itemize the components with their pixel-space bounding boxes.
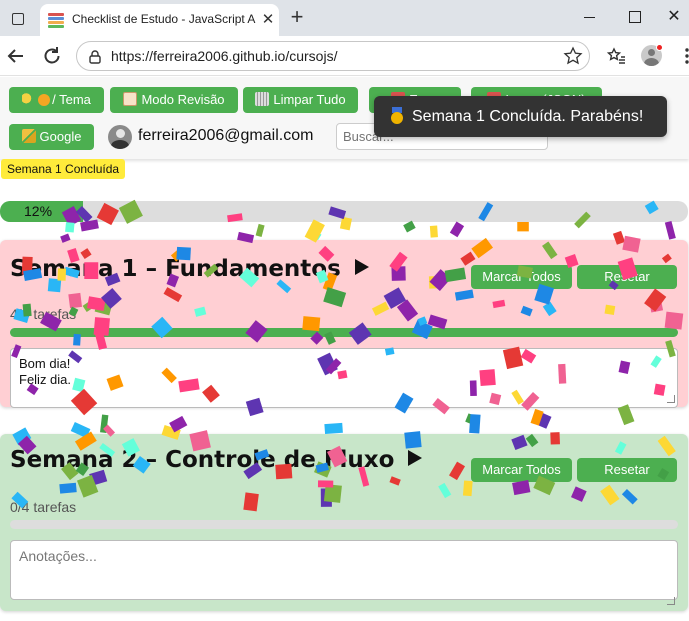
toast-text: Semana 1 Concluída. Parabéns! [412,108,644,125]
resize-grip-icon[interactable] [667,597,675,605]
overall-progress-label: 12% [24,203,53,219]
mark-all-button[interactable]: Marcar Todos [471,265,572,289]
resize-grip-icon[interactable] [667,395,675,403]
tab-actions-button[interactable] [4,6,32,32]
reload-icon[interactable] [40,44,64,68]
google-login-button[interactable]: Google [9,124,94,150]
week-progress-bar [10,520,678,529]
window-close-button[interactable]: ✕ [659,6,689,28]
review-mode-label: Modo Revisão [141,92,225,107]
confetti-piece [449,221,465,238]
week-card-1: Semana 1 – Fundamentos Marcar Todos Rese… [0,240,688,408]
confetti-piece [65,222,75,233]
mark-all-button[interactable]: Marcar Todos [471,458,572,482]
success-toast: Semana 1 Concluída. Parabéns! [374,96,667,137]
sun-icon [38,94,51,106]
confetti-piece [403,220,416,233]
reset-button[interactable]: Resetar [577,265,677,289]
favorites-icon[interactable] [604,44,628,68]
notification-dot [656,44,663,51]
address-bar[interactable]: https://ferreira2006.github.io/cursojs/ [76,41,590,71]
week-card-2: Semana 2 – Controle de Fluxo Marcar Todo… [0,434,688,611]
theme-toggle-label: / Tema [52,92,91,107]
confetti-piece [324,422,343,434]
overall-progress-bar: 12% [0,201,688,222]
clear-all-label: Limpar Tudo [273,92,346,107]
week-title[interactable]: Semana 2 – Controle de Fluxo [10,447,423,473]
task-count: 0/4 tarefas [10,499,77,515]
key-icon [21,129,36,143]
google-login-label: Google [39,129,82,144]
confetti-piece [537,412,552,429]
confetti-piece [169,415,188,433]
new-tab-button[interactable]: + [286,6,308,29]
confetti-piece [100,414,109,433]
url-text: https://ferreira2006.github.io/cursojs/ [111,48,338,64]
favorite-star-icon[interactable] [563,46,583,66]
tab-title: Checklist de Estudo - JavaScript A [72,12,256,26]
browser-tab-strip: Checklist de Estudo - JavaScript A ✕ + ✕ [0,0,689,36]
user-avatar [108,125,132,149]
week-title-text: Semana 2 – Controle de Fluxo [10,447,395,473]
browser-toolbar: https://ferreira2006.github.io/cursojs/ [0,36,689,76]
task-count: 4/4 tarefas [10,306,77,322]
moon-sun-icon [22,92,35,106]
medal-icon [390,107,404,124]
browser-tab-active[interactable]: Checklist de Estudo - JavaScript A ✕ [40,4,279,36]
completion-badge: Semana 1 Concluída [1,159,126,179]
week-progress-bar [10,328,678,337]
clear-all-button[interactable]: Limpar Tudo [243,87,358,113]
expand-arrow-icon[interactable] [408,450,423,466]
confetti-piece [469,414,481,434]
back-arrow-icon[interactable] [4,44,28,68]
user-email: ferreira2006@gmail.com [138,127,314,144]
page-content: / Tema Modo Revisão Limpar Tudo Expo Imp… [0,77,689,621]
confetti-piece [308,228,322,241]
notes-textarea[interactable]: Bom dia! Feliz dia. [10,348,678,408]
confetti-piece [517,222,529,232]
more-menu-icon[interactable] [675,44,689,68]
books-favicon-icon [48,12,64,28]
tab-close-icon[interactable]: ✕ [260,11,276,27]
notepad-icon [123,92,138,106]
tab-actions-icon [12,13,24,25]
week-title-text: Semana 1 – Fundamentos [10,256,341,282]
reset-button[interactable]: Resetar [577,458,677,482]
window-minimize-button[interactable] [575,6,605,28]
wastebasket-icon [255,92,270,106]
week-progress-fill [10,328,678,337]
week-title[interactable]: Semana 1 – Fundamentos [10,256,369,282]
profile-avatar[interactable] [639,44,663,68]
review-mode-button[interactable]: Modo Revisão [110,87,238,113]
expand-arrow-icon[interactable] [354,259,369,275]
confetti-piece [465,413,475,424]
theme-toggle-button[interactable]: / Tema [9,87,104,113]
notes-textarea[interactable]: Anotações... [10,540,678,600]
confetti-piece [255,223,265,237]
confetti-piece [429,225,438,238]
site-info-icon[interactable] [87,49,103,65]
confetti-piece [664,220,676,240]
window-maximize-button[interactable] [620,6,650,28]
confetti-piece [530,408,544,426]
